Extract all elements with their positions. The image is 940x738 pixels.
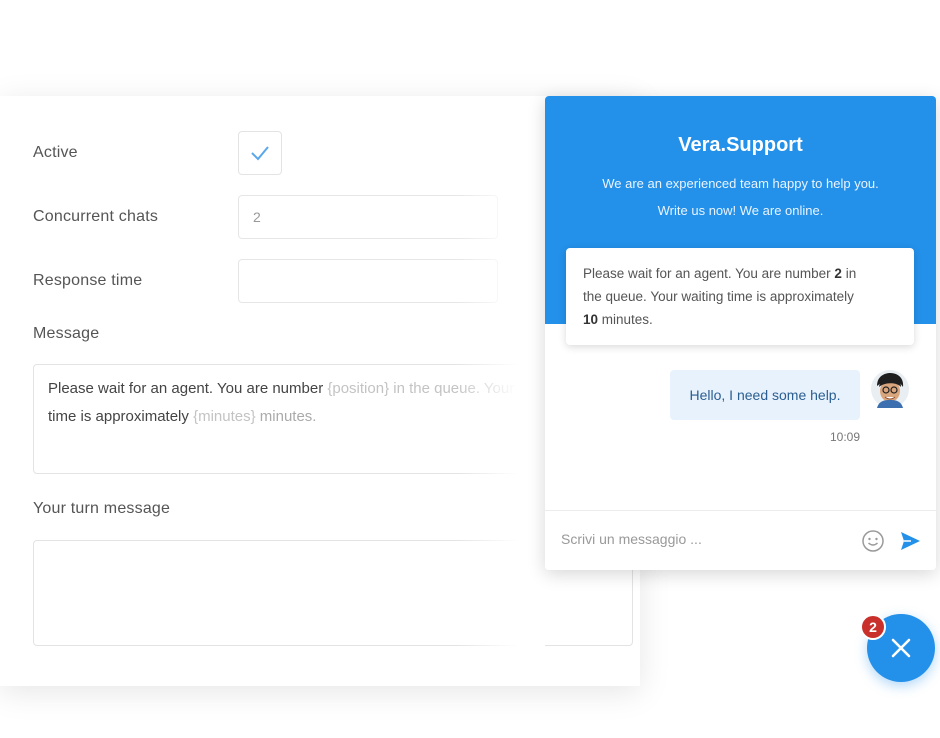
chat-title: Vera.Support [678, 134, 803, 156]
chat-message-input[interactable]: Scrivi un messaggio ... [561, 531, 702, 547]
notice-minutes: 10 [583, 312, 599, 327]
avatar [871, 370, 909, 408]
chat-subtitle-line2: Write us now! We are online. [657, 203, 824, 218]
user-message-bubble: Hello, I need some help. [670, 370, 860, 420]
queue-notice: Please wait for an agent. You are number… [566, 248, 914, 345]
notice-part4: minutes. [598, 312, 653, 327]
notice-part2: in [841, 266, 857, 281]
your-turn-message-label: Your turn message [33, 500, 171, 517]
message-text-part1: Please wait for an agent. You are number [48, 380, 328, 397]
send-icon[interactable] [899, 530, 921, 552]
active-checkbox[interactable] [238, 131, 282, 175]
user-message-text: Hello, I need some help. [689, 387, 841, 403]
notice-part1: Please wait for an agent. You are number [583, 266, 835, 281]
notice-position-number: 2 [834, 266, 842, 281]
notification-badge: 2 [860, 614, 886, 640]
close-icon [891, 638, 911, 658]
chat-widget: Vera.Support We are an experienced team … [545, 96, 936, 570]
chat-composer: Scrivi un messaggio ... [545, 510, 936, 570]
response-time-label: Response time [33, 272, 143, 289]
notice-part3: the queue. Your waiting time is approxim… [583, 289, 854, 304]
concurrent-chats-value: 2 [253, 209, 261, 225]
concurrent-chats-label: Concurrent chats [33, 208, 159, 225]
active-label: Active [33, 144, 78, 161]
message-timestamp: 10:09 [829, 430, 860, 444]
panel-fade-overlay [455, 96, 545, 686]
chat-subtitle-line1: We are an experienced team happy to help… [602, 176, 879, 191]
message-text-part4: minutes. [255, 408, 317, 425]
smiley-icon[interactable] [861, 529, 885, 553]
checkmark-icon [251, 146, 269, 161]
position-variable: {position} [327, 380, 390, 397]
message-text-part3: time is approximately [48, 408, 194, 425]
minutes-variable: {minutes} [193, 408, 256, 425]
message-label: Message [33, 325, 100, 342]
